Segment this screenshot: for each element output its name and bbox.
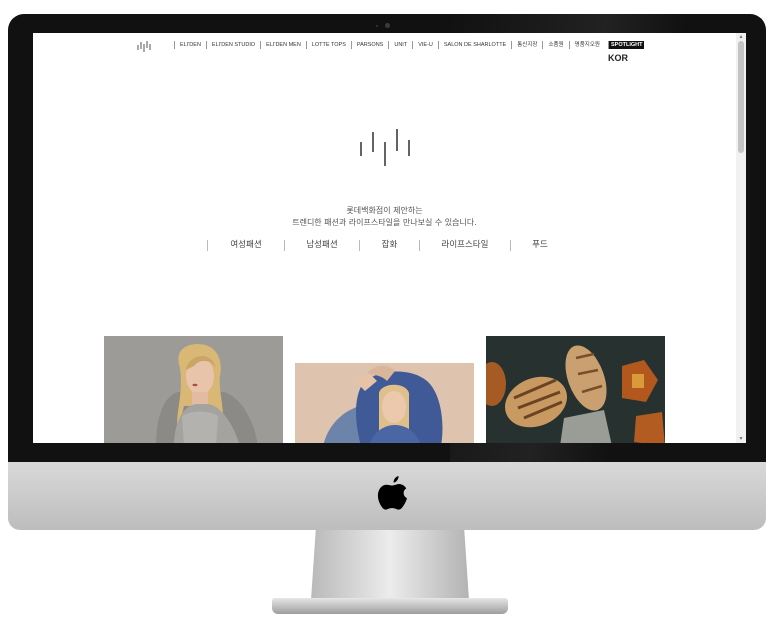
vertical-scrollbar[interactable]: ▴ ▾ [736, 33, 746, 443]
scroll-thumb[interactable] [738, 41, 744, 153]
nav-item-parsons[interactable]: PARSONS [350, 41, 389, 49]
header-logo-icon[interactable] [137, 40, 151, 52]
scroll-down-icon[interactable]: ▾ [738, 436, 744, 442]
category-food[interactable]: 푸드 [510, 240, 569, 251]
nav-item-eliden-studio[interactable]: ELI'DEN STUDIO [205, 41, 260, 49]
monitor-stand-foot [272, 598, 508, 614]
nav-item-market[interactable]: 통신지장 [511, 41, 542, 49]
category-lifestyle[interactable]: 라이프스타일 [419, 240, 510, 251]
category-mens-fashion[interactable]: 남성패션 [284, 240, 359, 251]
category-womens-fashion[interactable]: 여성패션 [207, 240, 284, 251]
intro-text-line2: 트렌디한 패션과 라이프스타일을 만나보실 수 있습니다. [292, 218, 477, 227]
camera-icon [385, 23, 390, 28]
intro-text-line1: 롯데백화점이 제안하는 [346, 206, 423, 215]
nav-item-eliden-men[interactable]: ELI'DEN MEN [260, 41, 306, 49]
monitor-stand-neck [311, 530, 469, 600]
womens-fashion-photo[interactable] [104, 336, 283, 443]
camera-sensor [376, 25, 378, 27]
category-accessories[interactable]: 잡화 [359, 240, 419, 251]
brand-nav: ELI'DEN ELI'DEN STUDIO ELI'DEN MEN LOTTE… [174, 40, 645, 50]
mens-fashion-photo[interactable] [295, 363, 474, 443]
nav-item-unit[interactable]: UNIT [388, 41, 412, 49]
scroll-up-icon[interactable]: ▴ [738, 34, 744, 40]
nav-item-spotlight[interactable]: SPOTLIGHT [607, 41, 645, 49]
nav-item-lotte-tops[interactable]: LOTTE TOPS [305, 41, 351, 49]
food-photo[interactable] [486, 336, 665, 443]
language-selector[interactable]: KOR [608, 53, 628, 63]
nav-item-salon-de-sharlotte[interactable]: SALON DE SHARLOTTE [437, 41, 511, 49]
apple-logo-icon [377, 476, 407, 510]
nav-item-goods[interactable]: 소품원 [542, 41, 568, 49]
category-menu: 여성패션 남성패션 잡화 라이프스타일 푸드 [207, 240, 569, 251]
nav-item-vie-u[interactable]: VIE-U [412, 41, 438, 49]
nav-item-luxury[interactable]: 명품지오원 [568, 41, 605, 49]
brand-logo-icon [360, 129, 410, 166]
nav-item-eliden[interactable]: ELI'DEN [174, 41, 206, 49]
browser-screen: ELI'DEN ELI'DEN STUDIO ELI'DEN MEN LOTTE… [33, 33, 746, 443]
